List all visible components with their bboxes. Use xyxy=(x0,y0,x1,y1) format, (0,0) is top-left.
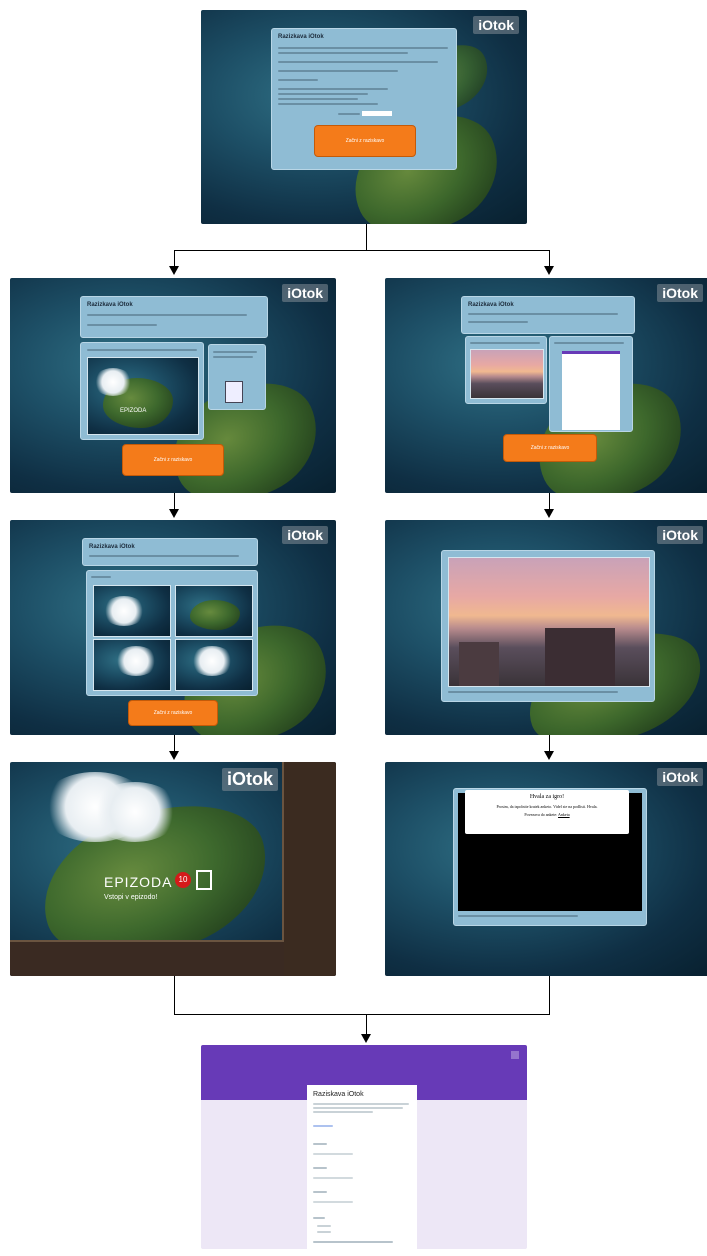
video-panel xyxy=(441,550,655,702)
code-input[interactable] xyxy=(362,111,392,116)
video-thumbnail xyxy=(470,349,544,399)
screen-google-form: Raziskava iOtok xyxy=(201,1045,527,1249)
screen-instructions-right: iOtok Razizkava iOtok Začni z raziskavo xyxy=(385,278,707,493)
thanks-message: Prosim, da izpolnite kratek anketo. Vide… xyxy=(496,804,598,809)
episode-subtitle: Vstopi v epizodo! xyxy=(104,894,158,901)
episode-label: EPIZODA xyxy=(104,874,173,890)
survey-link[interactable]: Anketa xyxy=(558,812,570,817)
info-panel: Razizkava iOtok xyxy=(82,538,258,566)
video-player[interactable] xyxy=(448,557,650,687)
iotok-logo: iOtok xyxy=(473,16,519,34)
screen-thanks: iOtok Hvala za igro! Prosim, da izpolnit… xyxy=(385,762,707,976)
iotok-logo: iOtok xyxy=(657,768,703,786)
start-survey-button[interactable]: Začni z raziskavo xyxy=(122,444,224,476)
iotok-logo: iOtok xyxy=(657,284,703,302)
form-palette-icon[interactable] xyxy=(511,1051,519,1059)
intro-panel: Razizkava iOtok Začni z raziskavo xyxy=(271,28,457,170)
screen-episodes-overview: iOtok Razizkava iOtok Začni z raziskavo xyxy=(10,520,336,735)
form-title: Raziskava iOtok xyxy=(313,1091,364,1098)
screen-game: iOtok EPIZODA 10 Vstopi v epizodo! xyxy=(10,762,336,976)
game-screenshot: EPIZODA xyxy=(87,357,199,435)
screenshots-grid xyxy=(86,570,258,696)
video-preview-panel xyxy=(465,336,547,404)
game-sidebar xyxy=(282,762,336,976)
enter-episode-icon[interactable] xyxy=(196,870,212,890)
survey-link-label: Povezava do ankete: xyxy=(524,812,558,817)
form-preview-panel xyxy=(549,336,633,432)
game-preview-panel: EPIZODA xyxy=(80,342,204,440)
form-thumbnail xyxy=(562,351,620,430)
iotok-logo: iOtok xyxy=(657,526,703,544)
screen-start: iOtok Razizkava iOtok Začni z raziskavo xyxy=(201,10,527,224)
panel-title: Razizkava iOtok xyxy=(468,302,514,308)
info-panel: Razizkava iOtok xyxy=(80,296,268,338)
episode-number-badge: 10 xyxy=(175,872,191,888)
iotok-logo: iOtok xyxy=(221,768,278,791)
panel-title: Razizkava iOtok xyxy=(278,34,324,40)
info-panel: Razizkava iOtok xyxy=(461,296,635,334)
panel-title: Razizkava iOtok xyxy=(87,302,133,308)
start-survey-button[interactable]: Začni z raziskavo xyxy=(503,434,597,462)
episode-label: EPIZODA xyxy=(120,408,147,414)
screen-video: iOtok xyxy=(385,520,707,735)
game-bottom-bar xyxy=(10,940,284,976)
start-survey-button[interactable]: Začni z raziskavo xyxy=(128,700,218,726)
arrow-head xyxy=(544,266,554,275)
thanks-popup: Hvala za igro! Prosim, da izpolnite krat… xyxy=(465,790,629,834)
screen-instructions-left: iOtok Razizkava iOtok EPIZODA Začni z ra… xyxy=(10,278,336,493)
panel-title: Razizkava iOtok xyxy=(89,544,135,550)
thanks-heading: Hvala za igro! xyxy=(529,794,565,800)
iotok-logo: iOtok xyxy=(282,284,328,302)
iotok-logo: iOtok xyxy=(282,526,328,544)
arrow-head xyxy=(169,266,179,275)
survey-preview-panel xyxy=(208,344,266,410)
document-icon xyxy=(225,381,243,403)
start-survey-button[interactable]: Začni z raziskavo xyxy=(314,125,416,157)
form-card: Raziskava iOtok xyxy=(307,1081,417,1249)
